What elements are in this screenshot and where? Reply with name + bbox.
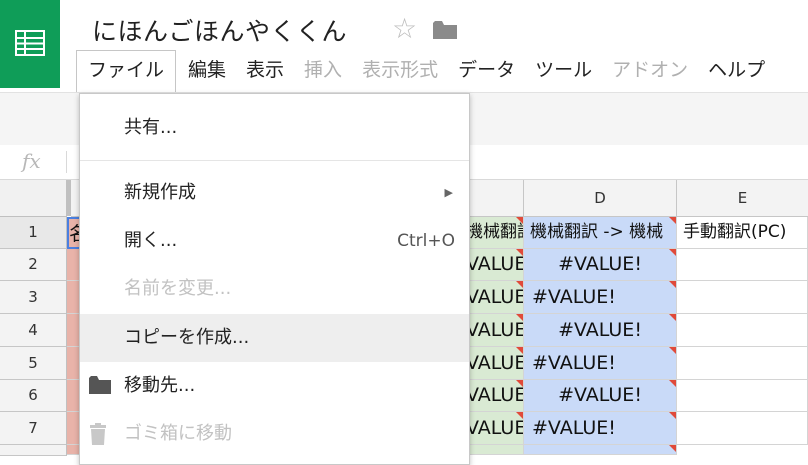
select-all-corner[interactable]	[0, 180, 67, 217]
menu-item-trash[interactable]: ゴミ箱に移動	[80, 410, 469, 458]
menu-format[interactable]: 表示形式	[352, 51, 448, 89]
menu-help[interactable]: ヘルプ	[698, 51, 775, 89]
menu-addons[interactable]: アドオン	[602, 51, 698, 89]
menu-separator	[80, 160, 469, 161]
cell-d6[interactable]: #VALUE!	[524, 380, 677, 412]
menu-data[interactable]: データ	[448, 51, 525, 89]
row-header-3[interactable]: 3	[0, 281, 67, 314]
cell-e4[interactable]	[677, 314, 808, 347]
column-header-e[interactable]: E	[677, 180, 808, 217]
menu-item-make-copy[interactable]: コピーを作成...	[80, 314, 469, 362]
cell-e2[interactable]	[677, 249, 808, 281]
cell-e7[interactable]	[677, 412, 808, 445]
row-header-6[interactable]: 6	[0, 380, 67, 412]
menu-tools[interactable]: ツール	[525, 51, 602, 89]
menu-edit[interactable]: 編集	[178, 51, 236, 89]
cell-e6[interactable]	[677, 380, 808, 412]
row-header-4[interactable]: 4	[0, 314, 67, 347]
trash-icon	[90, 423, 106, 445]
cell-d7[interactable]: #VALUE!	[524, 412, 677, 445]
submenu-arrow-icon: ▶	[444, 186, 453, 199]
row-header-7[interactable]: 7	[0, 412, 67, 445]
cell-e1[interactable]: 手動翻訳(PC)	[677, 217, 808, 249]
menu-view[interactable]: 表示	[236, 51, 294, 89]
sheets-logo-icon	[15, 30, 45, 56]
row-header-2[interactable]: 2	[0, 249, 67, 281]
document-title[interactable]: にほんごほんやくくん	[92, 12, 347, 48]
fx-icon: fx	[22, 149, 41, 173]
sheets-logo[interactable]	[0, 0, 60, 88]
column-header-d[interactable]: D	[524, 180, 677, 217]
cell-d3[interactable]: #VALUE!	[524, 281, 677, 314]
row-header-1[interactable]: 1	[0, 217, 67, 249]
menu-item-rename[interactable]: 名前を変更...	[80, 265, 469, 313]
menu-file[interactable]: ファイル	[76, 50, 177, 92]
menu-insert[interactable]: 挿入	[294, 51, 352, 89]
row-header-5[interactable]: 5	[0, 347, 67, 380]
cell-e5[interactable]	[677, 347, 808, 380]
star-icon[interactable]: ☆	[392, 14, 417, 44]
open-shortcut: Ctrl+O	[397, 231, 455, 251]
menu-item-move[interactable]: 移動先...	[80, 362, 469, 410]
cell-d4[interactable]: #VALUE!	[524, 314, 677, 347]
folder-icon[interactable]	[432, 20, 458, 40]
cell-e3[interactable]	[677, 281, 808, 314]
menu-item-open[interactable]: 開く... Ctrl+O	[80, 217, 469, 265]
file-menu-dropdown: 共有... 新規作成 ▶ 開く... Ctrl+O 名前を変更... コピーを作…	[79, 93, 470, 465]
cell-d8[interactable]	[524, 445, 677, 455]
cell-d2[interactable]: #VALUE!	[524, 249, 677, 281]
menubar: ファイル 編集 表示 挿入 表示形式 データ ツール アドオン ヘルプ	[76, 50, 775, 92]
cell-d5[interactable]: #VALUE!	[524, 347, 677, 380]
menu-item-new[interactable]: 新規作成 ▶	[80, 169, 469, 217]
row-header-8[interactable]	[0, 445, 67, 456]
menu-item-share[interactable]: 共有...	[80, 104, 469, 152]
cell-d1[interactable]: 機械翻訳 -> 機械	[524, 217, 677, 249]
formula-separator	[66, 151, 67, 173]
folder-icon	[89, 376, 111, 394]
